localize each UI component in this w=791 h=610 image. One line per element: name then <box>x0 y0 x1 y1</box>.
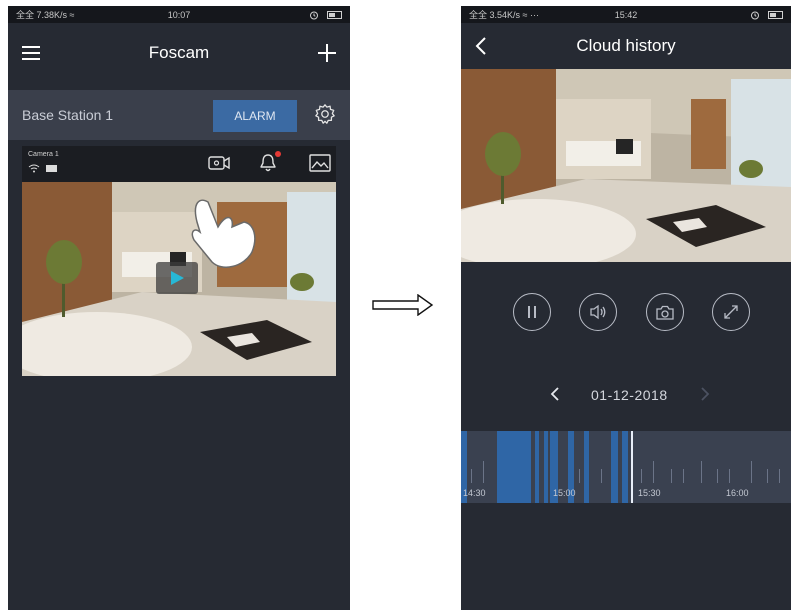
video-record-icon[interactable] <box>208 154 230 172</box>
menu-icon[interactable] <box>22 46 40 60</box>
speaker-icon <box>590 304 606 320</box>
camera-header: Camera 1 <box>22 146 336 182</box>
camera-name: Camera 1 <box>28 151 59 158</box>
wifi-icon <box>28 164 40 173</box>
status-bar: 全全 7.38K/s ≈ 10:07 <box>8 6 350 23</box>
gear-icon[interactable] <box>314 103 336 125</box>
signal-status: 全全 3.54K/s ≈ ··· <box>469 10 539 20</box>
timeline-tick <box>471 469 472 483</box>
app-title: Foscam <box>148 43 210 62</box>
timeline-tick <box>483 461 484 483</box>
timeline-tick <box>601 469 602 483</box>
selected-date: 01-12-2018 <box>591 387 668 403</box>
app-header: Foscam <box>8 23 350 83</box>
snapshot-button[interactable] <box>646 293 684 331</box>
timeline-tick <box>717 469 718 483</box>
base-station-bar: Base Station 1 ALARM <box>8 90 350 140</box>
back-icon[interactable] <box>475 37 487 55</box>
play-button[interactable] <box>156 262 198 294</box>
timeline-tick <box>579 469 580 483</box>
date-selector: 01-12-2018 <box>461 384 791 408</box>
living-room-video-frame <box>461 69 791 262</box>
timeline-label: 14:30 <box>463 488 486 498</box>
fullscreen-button[interactable] <box>712 293 750 331</box>
signal-status: 全全 7.38K/s ≈ <box>16 10 75 20</box>
previous-day-icon[interactable] <box>549 385 561 403</box>
recording-timeline[interactable]: 14:30 15:00 15:30 16:00 <box>461 431 791 503</box>
timeline-label: 15:00 <box>553 488 576 498</box>
camera-preview-image[interactable] <box>22 182 336 376</box>
timeline-tick <box>641 469 642 483</box>
video-player[interactable] <box>461 69 791 262</box>
camera-status <box>28 164 57 173</box>
camera-card[interactable]: Camera 1 <box>22 146 336 376</box>
app-header: Cloud history <box>461 23 791 69</box>
transition-arrow-icon <box>372 294 434 316</box>
base-station-name: Base Station 1 <box>22 107 114 123</box>
cloud-history-screen: 全全 3.54K/s ≈ ··· 15:42 Cloud history 01-… <box>461 6 791 610</box>
recording-segment <box>622 431 628 503</box>
recording-segment <box>544 431 548 503</box>
sound-button[interactable] <box>579 293 617 331</box>
status-icons <box>309 10 342 20</box>
recording-segment <box>611 431 618 503</box>
play-icon <box>171 271 184 285</box>
timeline-tick <box>683 469 684 483</box>
next-day-icon[interactable] <box>699 385 711 403</box>
timeline-tick <box>671 469 672 483</box>
status-bar: 全全 3.54K/s ≈ ··· 15:42 <box>461 6 791 23</box>
notification-dot <box>275 151 281 157</box>
timeline-tick <box>701 461 702 483</box>
recording-segment <box>535 431 539 503</box>
pause-button[interactable] <box>513 293 551 331</box>
playback-controls <box>461 293 791 337</box>
timeline-label: 16:00 <box>726 488 749 498</box>
timeline-tick <box>653 461 654 483</box>
alarm-clock-icon <box>310 11 318 19</box>
camera-icon <box>656 305 674 320</box>
recording-segment <box>497 431 531 503</box>
foscam-home-screen: 全全 7.38K/s ≈ 10:07 Foscam Base Station 1… <box>8 6 350 610</box>
alarm-clock-icon <box>751 11 759 19</box>
timeline-tick <box>779 469 780 483</box>
page-title: Cloud history <box>576 36 676 55</box>
recording-segment <box>584 431 589 503</box>
expand-icon <box>724 305 738 319</box>
camera-battery-icon <box>46 165 57 172</box>
playhead[interactable] <box>631 431 633 503</box>
battery-icon <box>327 10 342 19</box>
timeline-tick <box>751 461 752 483</box>
gallery-icon[interactable] <box>309 154 331 172</box>
pause-icon <box>528 306 536 318</box>
battery-icon <box>768 10 783 19</box>
alarm-button[interactable]: ALARM <box>213 100 297 132</box>
timeline-label: 15:30 <box>638 488 661 498</box>
status-icons <box>750 10 783 20</box>
add-icon[interactable] <box>318 44 336 62</box>
timeline-tick <box>729 469 730 483</box>
timeline-tick <box>767 469 768 483</box>
